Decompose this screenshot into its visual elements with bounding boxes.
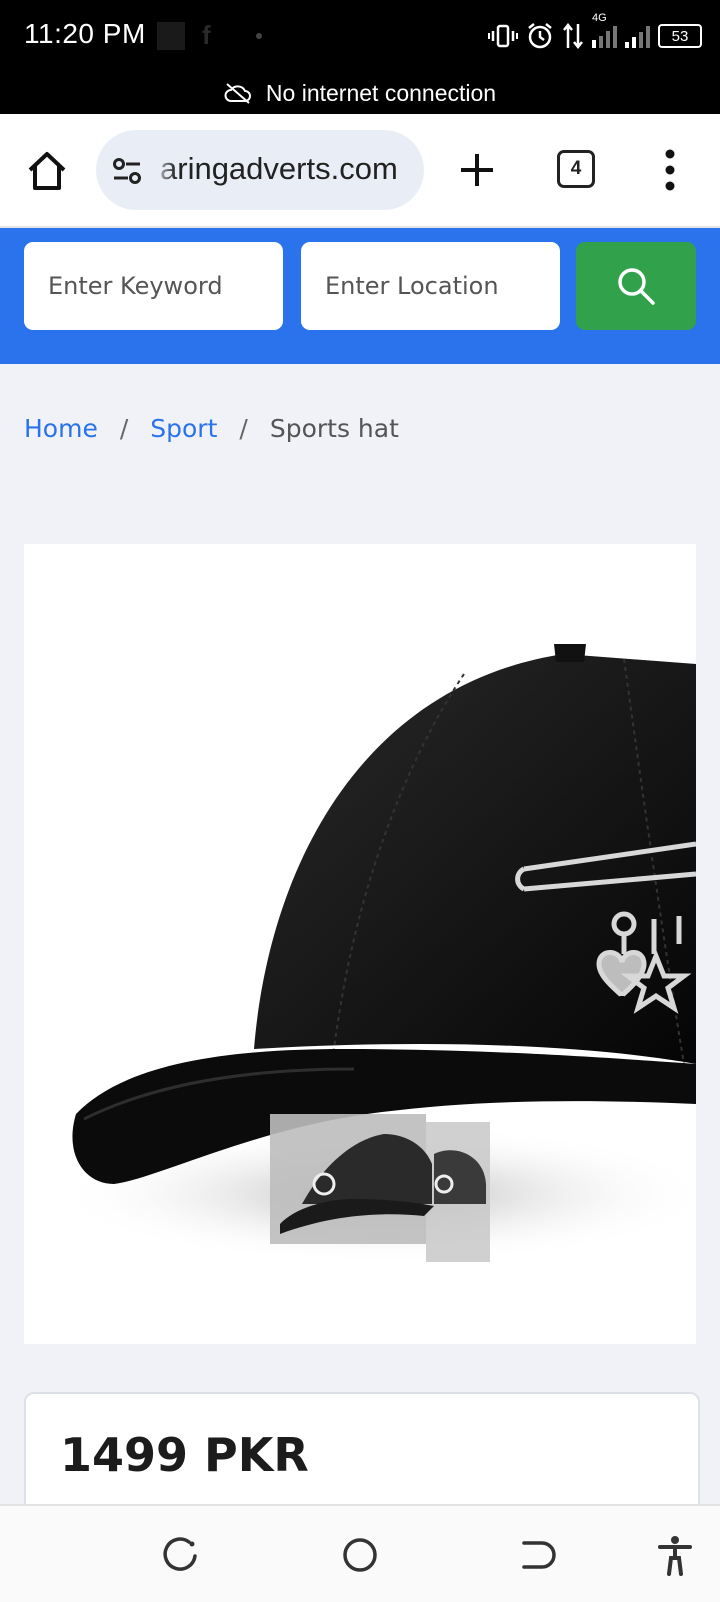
keyword-placeholder: Enter Keyword: [48, 272, 223, 300]
price-card: 1499 PKR: [24, 1392, 700, 1516]
url-text[interactable]: aringadverts.com: [160, 151, 398, 187]
back-icon[interactable]: [516, 1534, 558, 1576]
battery-level: 53: [671, 27, 689, 45]
thumbnail-overlay: [270, 1114, 490, 1262]
tab-count: 4: [570, 158, 582, 179]
offline-text: No internet connection: [265, 79, 497, 106]
product-price: 1499 PKR: [60, 1428, 309, 1482]
keyword-input[interactable]: Enter Keyword: [24, 242, 283, 330]
signal-sim2-icon: [625, 24, 650, 48]
status-indicators: 4G 53: [488, 12, 702, 54]
notification-app-icon: [157, 22, 185, 50]
cloud-off-icon: [224, 83, 251, 104]
plus-icon[interactable]: [455, 148, 499, 192]
offline-banner: No internet connection: [0, 72, 720, 114]
address-bar[interactable]: aringadverts.com: [96, 130, 424, 210]
breadcrumb-home[interactable]: Home: [24, 414, 98, 443]
search-icon: [618, 268, 655, 305]
location-input[interactable]: Enter Location: [301, 242, 560, 330]
url-fade: [152, 130, 176, 210]
more-notifications-dot-icon: [256, 33, 262, 39]
home-icon[interactable]: [22, 146, 72, 196]
vibrate-icon: [488, 24, 518, 48]
home-circle-icon[interactable]: [339, 1534, 381, 1576]
breadcrumb: Home / Sport / Sports hat: [24, 414, 399, 443]
accessibility-icon[interactable]: [654, 1534, 696, 1576]
product-image: [24, 544, 696, 1344]
status-time: 11:20 PM: [24, 18, 146, 49]
more-vert-icon[interactable]: [664, 148, 676, 192]
breadcrumb-category[interactable]: Sport: [150, 414, 217, 443]
system-nav-bar: [0, 1504, 720, 1602]
tune-icon[interactable]: [110, 154, 144, 188]
network-type-label: 4G: [592, 12, 607, 24]
search-button[interactable]: [576, 242, 696, 330]
location-placeholder: Enter Location: [325, 272, 499, 300]
recents-icon[interactable]: [159, 1534, 201, 1576]
breadcrumb-separator: /: [119, 414, 129, 443]
signal-icon: [592, 24, 617, 48]
status-bar: 11:20 PM f 4G 53: [0, 0, 720, 72]
product-image-card[interactable]: [24, 544, 696, 1344]
battery-icon: 53: [658, 24, 702, 48]
facebook-notification-icon: f: [202, 20, 211, 50]
search-strip: Enter Keyword Enter Location: [0, 228, 720, 364]
browser-toolbar: aringadverts.com 4: [0, 114, 720, 228]
breadcrumb-current: Sports hat: [269, 414, 399, 443]
data-transfer-icon: [563, 22, 583, 50]
tab-switcher-button[interactable]: 4: [557, 150, 595, 188]
breadcrumb-separator: /: [239, 414, 248, 443]
alarm-icon: [528, 23, 552, 49]
